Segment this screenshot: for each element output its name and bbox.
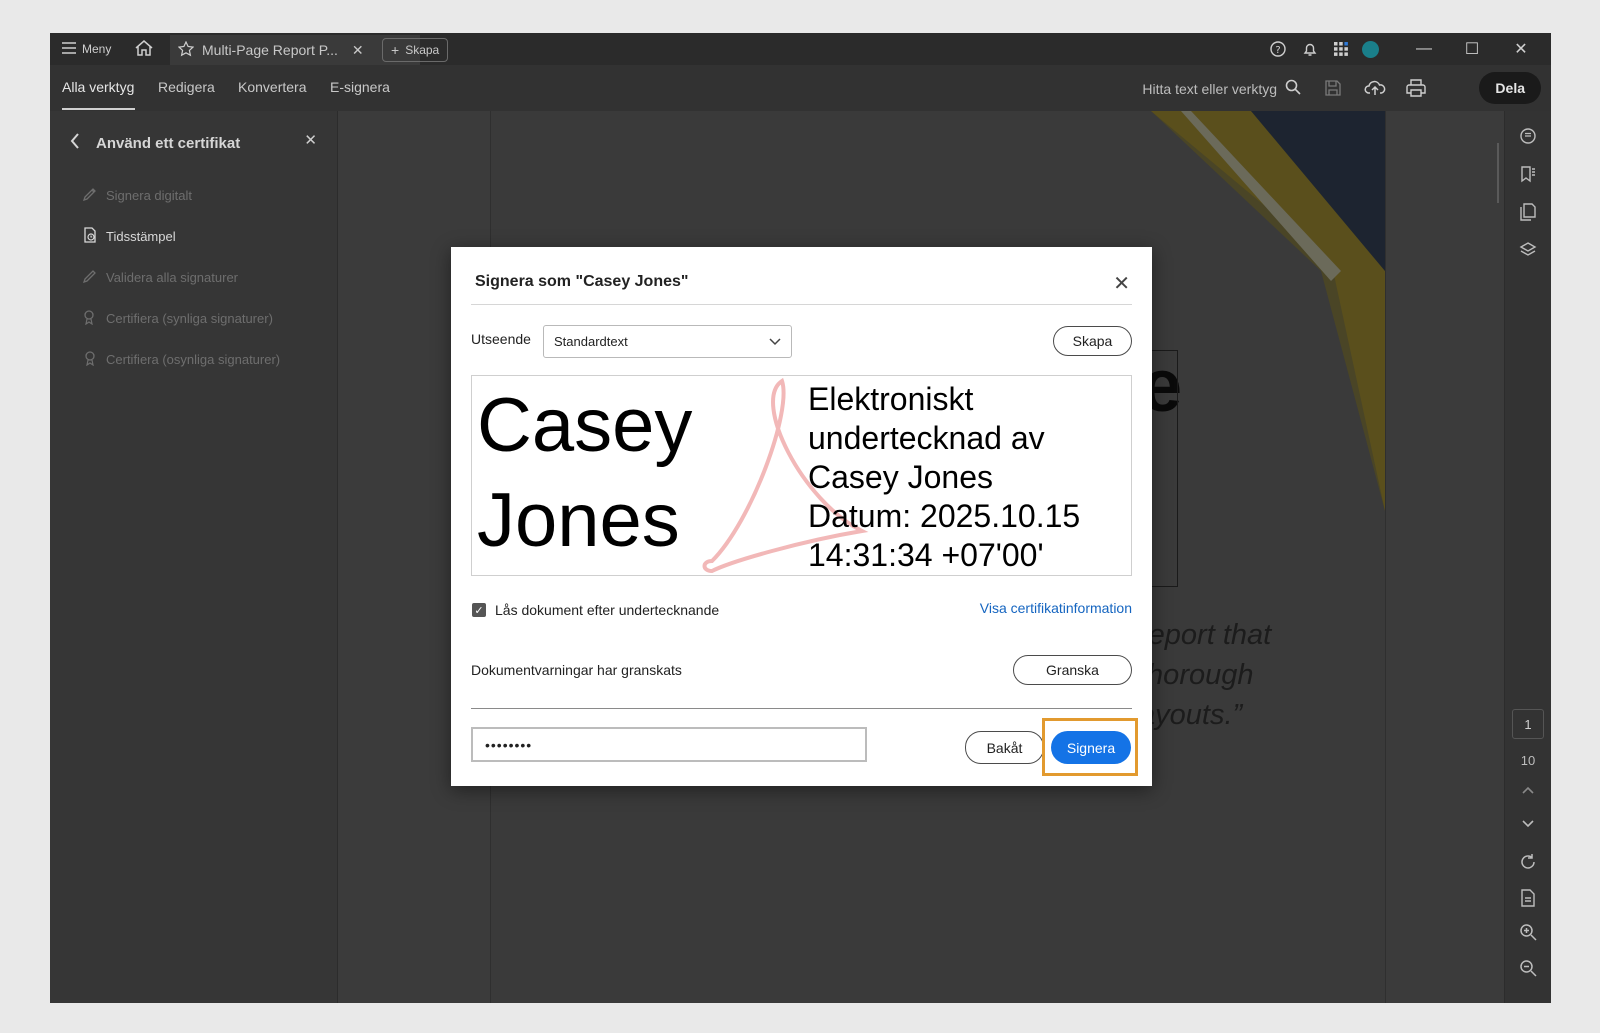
quote-line-1: report that <box>1139 619 1272 651</box>
close-tab-icon[interactable]: ✕ <box>352 42 364 59</box>
signature-preview: Casey Jones Elektroniskt undertecknad av… <box>471 375 1132 576</box>
appearance-label: Utseende <box>471 331 531 347</box>
current-page-input[interactable]: 1 <box>1512 709 1544 739</box>
home-icon <box>135 39 153 59</box>
sign-dialog: Signera som "Casey Jones" ✕ Utseende Sta… <box>451 247 1152 786</box>
star-icon[interactable] <box>177 40 195 60</box>
left-tool-panel: Använd ett certifikat ✕ Signera digitalt… <box>50 111 338 1003</box>
search-icon <box>1285 79 1301 98</box>
password-input[interactable]: •••••••• <box>471 727 867 762</box>
plus-icon: + <box>391 42 400 58</box>
certify-invisible-icon <box>82 350 98 369</box>
layers-icon[interactable] <box>1517 239 1539 261</box>
close-dialog-icon[interactable]: ✕ <box>1113 271 1130 296</box>
lock-document-label: Lås dokument efter undertecknande <box>495 602 720 618</box>
appearance-value: Standardtext <box>554 334 628 349</box>
chevron-up-icon[interactable] <box>1517 779 1539 801</box>
quote-line-3: ayouts.” <box>1139 699 1243 731</box>
view-certificate-info-link[interactable]: Visa certifikatinformation <box>980 600 1132 616</box>
hamburger-icon <box>62 41 76 57</box>
bookmark-icon[interactable] <box>1517 163 1539 185</box>
avatar[interactable] <box>1362 33 1379 65</box>
close-panel-icon[interactable]: ✕ <box>304 131 317 149</box>
help-icon[interactable]: ? <box>1270 33 1286 65</box>
menu-label: Meny <box>82 42 112 56</box>
pages-icon[interactable] <box>1517 201 1539 223</box>
panel-header: Använd ett certifikat <box>70 133 240 153</box>
panel-item-label: Certifiera (synliga signaturer) <box>106 311 273 326</box>
cloud-upload-icon[interactable] <box>1364 77 1386 99</box>
validate-pen-icon <box>82 268 98 287</box>
footer-divider <box>471 708 1132 709</box>
signature-info: Elektroniskt undertecknad av Casey Jones… <box>808 380 1080 575</box>
panel-item-label: Tidsstämpel <box>106 229 176 244</box>
bell-icon[interactable] <box>1302 33 1318 65</box>
rotate-icon[interactable] <box>1517 851 1539 873</box>
quote-line-2: thorough <box>1139 659 1254 691</box>
vertical-scrollbar[interactable] <box>1497 143 1499 203</box>
zoom-out-icon[interactable] <box>1517 957 1539 979</box>
panel-item-validate-signatures: Validera alla signaturer <box>82 268 238 287</box>
save-icon[interactable] <box>1322 77 1344 99</box>
right-rail: 1 10 <box>1504 111 1551 1003</box>
signature-info-line: Casey Jones <box>808 459 993 495</box>
panel-item-sign-digitally: Signera digitalt <box>82 186 192 205</box>
active-tab-indicator <box>62 108 135 110</box>
signature-name-line2: Jones <box>477 478 680 563</box>
zoom-in-icon[interactable] <box>1517 921 1539 943</box>
page-display-icon[interactable] <box>1517 887 1539 909</box>
tab-edit[interactable]: Redigera <box>158 79 215 95</box>
lock-document-checkbox[interactable]: ✓ <box>472 603 486 617</box>
minimize-icon[interactable]: — <box>1400 33 1448 65</box>
signature-info-line: undertecknad av <box>808 420 1045 456</box>
signature-info-line: 14:31:34 +07'00' <box>808 537 1044 573</box>
back-button[interactable]: Bakåt <box>965 731 1044 764</box>
main-toolbar: Alla verktyg Redigera Konvertera E-signe… <box>50 65 1551 112</box>
certify-visible-icon <box>82 309 98 328</box>
new-tab-button[interactable]: + Skapa <box>382 38 449 62</box>
panel-item-certify-visible: Certifiera (synliga signaturer) <box>82 309 273 328</box>
appearance-select[interactable]: Standardtext <box>543 325 792 358</box>
title-divider <box>471 304 1132 305</box>
create-appearance-button[interactable]: Skapa <box>1053 326 1132 356</box>
panel-item-timestamp[interactable]: Tidsstämpel <box>82 227 176 246</box>
tab-all-tools[interactable]: Alla verktyg <box>62 79 134 95</box>
tool-search[interactable]: Hitta text eller verktyg <box>1142 79 1301 98</box>
comment-icon[interactable] <box>1517 125 1539 147</box>
apps-grid-icon[interactable] <box>1333 33 1349 65</box>
back-arrow-icon[interactable] <box>70 133 80 153</box>
sign-button-highlight <box>1042 718 1138 776</box>
timestamp-icon <box>82 227 98 246</box>
pen-certificate-icon <box>82 186 98 205</box>
print-icon[interactable] <box>1405 77 1427 99</box>
maximize-icon[interactable]: ☐ <box>1448 33 1496 65</box>
home-button[interactable] <box>135 33 153 65</box>
title-bar: Meny Multi-Page Report P... ✕ + Skapa ? <box>50 33 1551 65</box>
share-button[interactable]: Dela <box>1479 72 1541 104</box>
chevron-down-icon <box>769 334 781 349</box>
warnings-label: Dokumentvarningar har granskats <box>471 662 682 678</box>
chevron-down-icon[interactable] <box>1517 813 1539 835</box>
svg-text:?: ? <box>1275 45 1280 56</box>
panel-item-label: Certifiera (osynliga signaturer) <box>106 352 281 367</box>
close-window-icon[interactable]: ✕ <box>1497 33 1545 65</box>
signature-info-line: Datum: 2025.10.15 <box>808 498 1081 534</box>
panel-item-certify-invisible: Certifiera (osynliga signaturer) <box>82 350 280 369</box>
signature-info-line: Elektroniskt <box>808 381 974 417</box>
new-tab-label: Skapa <box>405 43 440 57</box>
tab-convert[interactable]: Konvertera <box>238 79 306 95</box>
review-button[interactable]: Granska <box>1013 655 1132 685</box>
page-count: 10 <box>1520 753 1536 768</box>
search-label: Hitta text eller verktyg <box>1142 80 1277 97</box>
tab-esign[interactable]: E-signera <box>330 79 390 95</box>
menu-button[interactable]: Meny <box>62 33 111 65</box>
panel-item-label: Validera alla signaturer <box>106 270 238 285</box>
panel-title: Använd ett certifikat <box>96 134 241 152</box>
panel-item-label: Signera digitalt <box>106 188 192 203</box>
signature-name-line1: Casey <box>477 383 693 468</box>
tab-title: Multi-Page Report P... <box>202 42 338 58</box>
dialog-title: Signera som "Casey Jones" <box>475 273 689 290</box>
